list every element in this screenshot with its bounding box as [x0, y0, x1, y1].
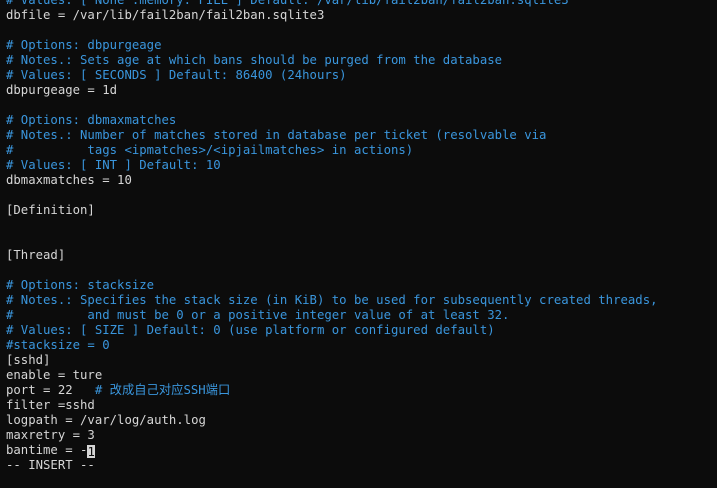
config-line: dbmaxmatches = 10	[6, 173, 717, 188]
line-text: # Notes.: Sets age at which bans should …	[6, 53, 503, 67]
line-text: # Options: dbpurgeage	[6, 38, 162, 52]
line-text: [sshd]	[6, 353, 51, 367]
vim-mode-status: -- INSERT --	[6, 458, 95, 472]
line-text: # Notes.: Number of matches stored in da…	[6, 128, 547, 142]
comment-line: # Notes.: Number of matches stored in da…	[6, 128, 717, 143]
line-text: # Notes.: Specifies the stack size (in K…	[6, 293, 658, 307]
config-line: logpath = /var/log/auth.log	[6, 413, 717, 428]
line-text: # tags <ipmatches>/<ipjailmatches> in ac…	[6, 143, 414, 157]
line-text: logpath = /var/log/auth.log	[6, 413, 206, 427]
config-line: dbfile = /var/lib/fail2ban/fail2ban.sqli…	[6, 8, 717, 23]
config-line: dbpurgeage = 1d	[6, 83, 717, 98]
line-text: # Values: [ SECONDS ] Default: 86400 (24…	[6, 68, 347, 82]
line-text: port = 22	[6, 383, 73, 397]
config-line: enable = ture	[6, 368, 717, 383]
comment-line: # Values: [ None :memory: FILE ] Default…	[6, 0, 717, 8]
inline-comment: # 改成自己对应SSH端口	[72, 383, 231, 397]
line-text: # Values: [ SIZE ] Default: 0 (use platf…	[6, 323, 495, 337]
comment-line: # Values: [ INT ] Default: 10	[6, 158, 717, 173]
config-line: [Thread]	[6, 248, 717, 263]
line-text: # Values: [ None :memory: FILE ] Default…	[6, 0, 569, 7]
config-line: [Definition]	[6, 203, 717, 218]
comment-line: # and must be 0 or a positive integer va…	[6, 308, 717, 323]
comment-line: # tags <ipmatches>/<ipjailmatches> in ac…	[6, 143, 717, 158]
comment-line: # Options: dbmaxmatches	[6, 113, 717, 128]
line-text: # and must be 0 or a positive integer va…	[6, 308, 510, 322]
editor-buffer[interactable]: # Values: [ None :memory: FILE ] Default…	[6, 0, 717, 458]
line-text: [Thread]	[6, 248, 66, 262]
line-text: bantime = -	[6, 443, 88, 457]
line-text: #stacksize = 0	[6, 338, 110, 352]
line-text: # Values: [ INT ] Default: 10	[6, 158, 221, 172]
comment-line: # Values: [ SIZE ] Default: 0 (use platf…	[6, 323, 717, 338]
config-line: filter =sshd	[6, 398, 717, 413]
line-text: [Definition]	[6, 203, 95, 217]
line-text: dbmaxmatches = 10	[6, 173, 132, 187]
line-text: enable = ture	[6, 368, 103, 382]
line-text: # Options: dbmaxmatches	[6, 113, 177, 127]
comment-line: # Values: [ SECONDS ] Default: 86400 (24…	[6, 68, 717, 83]
comment-line: # Notes.: Specifies the stack size (in K…	[6, 293, 717, 308]
config-line: port = 22 # 改成自己对应SSH端口	[6, 383, 717, 398]
terminal-window[interactable]: # Values: [ None :memory: FILE ] Default…	[0, 0, 717, 488]
comment-line: # Notes.: Sets age at which bans should …	[6, 53, 717, 68]
line-text: maxretry = 3	[6, 428, 95, 442]
comment-line: # Options: stacksize	[6, 278, 717, 293]
line-text: filter =sshd	[6, 398, 95, 412]
comment-line: #stacksize = 0	[6, 338, 717, 353]
line-text: dbfile = /var/lib/fail2ban/fail2ban.sqli…	[6, 8, 325, 22]
line-text: dbpurgeage = 1d	[6, 83, 118, 97]
config-line: [sshd]	[6, 353, 717, 368]
comment-line: # Options: dbpurgeage	[6, 38, 717, 53]
config-line: maxretry = 3	[6, 428, 717, 443]
text-cursor: 1	[87, 445, 95, 458]
line-text: # Options: stacksize	[6, 278, 155, 292]
config-line: bantime = -1	[6, 443, 717, 458]
